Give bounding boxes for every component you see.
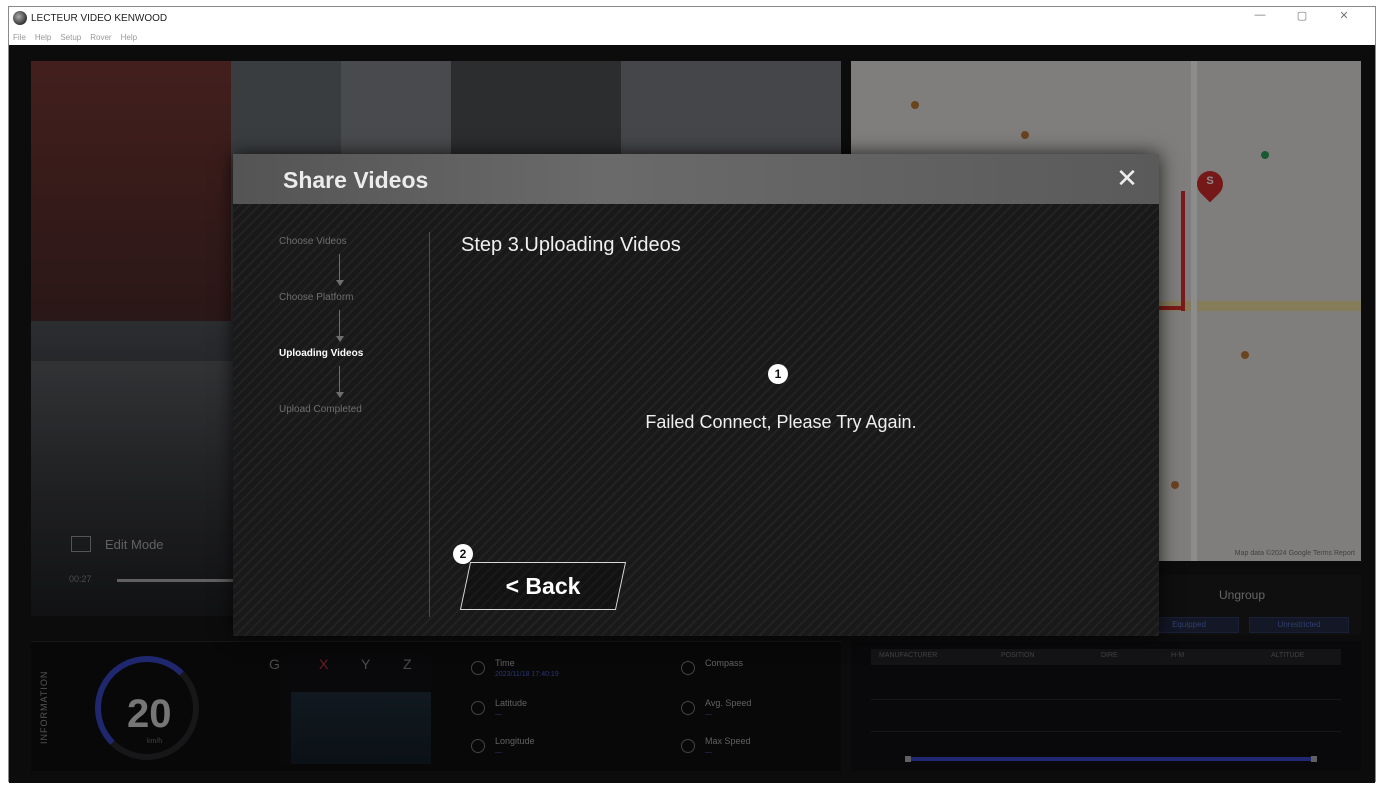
menu-item-file[interactable]: File: [13, 33, 26, 42]
back-button-label: < Back: [505, 573, 581, 599]
dialog-title: Share Videos: [283, 167, 429, 193]
app-title: LECTEUR VIDEO KENWOOD: [31, 12, 168, 24]
arrow-down-icon: [335, 250, 345, 290]
callout-badge-1: 1: [768, 364, 788, 384]
window-controls: — ▢ ✕: [1239, 9, 1365, 22]
menu-item-help-2[interactable]: Help: [121, 33, 137, 42]
maximize-button[interactable]: ▢: [1281, 9, 1323, 22]
dialog-header: Share Videos ✕: [233, 154, 1159, 204]
step-choose-platform: Choose Platform: [279, 292, 354, 303]
menu-item-setup[interactable]: Setup: [60, 33, 81, 42]
title-bar: LECTEUR VIDEO KENWOOD — ▢ ✕: [9, 7, 1375, 29]
close-window-button[interactable]: ✕: [1323, 9, 1365, 22]
error-message: Failed Connect, Please Try Again.: [645, 412, 917, 432]
menu-item-help[interactable]: Help: [35, 33, 51, 42]
close-icon[interactable]: ✕: [1113, 164, 1141, 192]
menu-item-rover[interactable]: Rover: [90, 33, 111, 42]
step-list: Choose Videos Choose Platform Uploading …: [279, 234, 419, 418]
menu-bar: File Help Setup Rover Help: [9, 29, 1375, 45]
minimize-button[interactable]: —: [1239, 9, 1281, 22]
callout-badge-2: 2: [453, 544, 473, 564]
step-heading: Step 3.Uploading Videos: [461, 234, 681, 256]
arrow-down-icon: [335, 362, 345, 402]
step-uploading-videos: Uploading Videos: [279, 348, 364, 359]
back-button[interactable]: < Back: [459, 562, 627, 610]
app-logo-icon: [13, 11, 27, 25]
share-videos-dialog: Share Videos ✕ Choose Videos Choose Plat…: [233, 154, 1159, 636]
step-choose-videos: Choose Videos: [279, 236, 347, 247]
arrow-down-icon: [335, 306, 345, 346]
app-window: LECTEUR VIDEO KENWOOD — ▢ ✕ File Help Se…: [8, 6, 1376, 783]
